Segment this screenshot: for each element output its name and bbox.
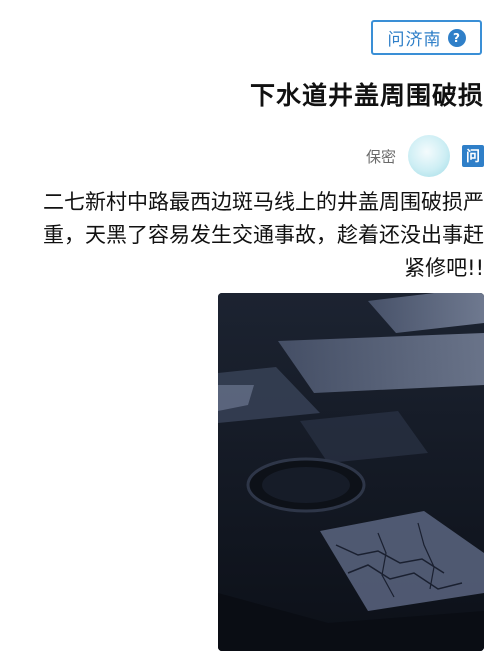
brand-label: 问济南 (387, 30, 442, 50)
author-row: 保密 问 (366, 135, 484, 177)
avatar[interactable] (408, 135, 450, 177)
manhole-photo-icon (218, 293, 484, 651)
author-name: 保密 (365, 147, 396, 166)
question-circle-icon: ? (447, 28, 466, 47)
ask-tag: 问 (462, 145, 484, 167)
question-photo[interactable] (218, 293, 484, 651)
brand-badge[interactable]: 问济南 ? (371, 20, 482, 55)
question-body: 二七新村中路最西边斑马线上的井盖周围破损严重，天黑了容易发生交通事故，趁着还没出… (43, 190, 484, 280)
page-title: 下水道井盖周围破损 (249, 81, 484, 110)
